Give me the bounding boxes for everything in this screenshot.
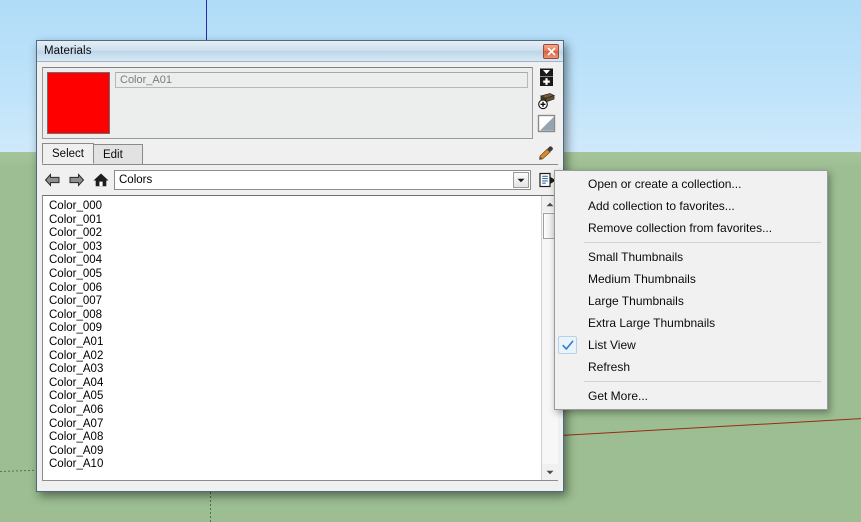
menu-item-label: Small Thumbnails xyxy=(588,250,684,264)
chevron-down-icon[interactable] xyxy=(513,172,529,188)
triangle-split-square-glyph xyxy=(537,114,556,133)
list-item[interactable]: Color_001 xyxy=(49,214,541,228)
menu-separator xyxy=(584,381,821,382)
create-material-glyph xyxy=(540,68,553,86)
list-item[interactable]: Color_005 xyxy=(49,268,541,282)
list-item[interactable]: Color_006 xyxy=(49,282,541,296)
material-name-input[interactable]: Color_A01 xyxy=(115,72,528,88)
chevron-down-glyph xyxy=(517,178,525,182)
home-icon[interactable] xyxy=(90,170,111,191)
materials-dialog[interactable]: Materials Color_A01 Select Edit Colors C… xyxy=(36,40,564,492)
dialog-titlebar[interactable]: Materials xyxy=(37,41,563,62)
materials-list-items: Color_000 Color_001 Color_002 Color_003 Colo… xyxy=(43,196,541,480)
menu-item[interactable]: Get More... xyxy=(584,385,827,407)
list-item[interactable]: Color_000 xyxy=(49,200,541,214)
close-icon xyxy=(547,47,555,56)
menu-item-label: List View xyxy=(588,338,636,352)
add-to-model-icon[interactable] xyxy=(536,90,557,111)
tab-edit-label: Edit xyxy=(102,148,123,161)
create-material-icon[interactable] xyxy=(536,67,557,88)
tab-edit[interactable]: Edit xyxy=(92,144,133,164)
scroll-down-arrow-icon xyxy=(546,470,553,474)
display-secondary-selection-icon[interactable] xyxy=(536,113,557,134)
forward-arrow-glyph xyxy=(69,173,85,187)
material-tool-column xyxy=(533,67,558,134)
menu-item[interactable]: Extra Large Thumbnails xyxy=(584,312,827,334)
list-item[interactable]: Color_008 xyxy=(49,309,541,323)
collection-combobox[interactable]: Colors xyxy=(114,170,531,190)
menu-items-column: Open or create a collection... Add collec… xyxy=(558,173,827,407)
menu-item-label: Large Thumbnails xyxy=(588,294,684,308)
scroll-up-arrow-icon xyxy=(546,202,553,206)
stack-plus-glyph xyxy=(538,93,556,110)
material-color-swatch[interactable] xyxy=(47,72,110,134)
menu-item-label: Add collection to favorites... xyxy=(588,199,735,213)
menu-check-indicator xyxy=(558,336,577,354)
collection-value: Colors xyxy=(119,174,153,186)
menu-item-label: Get More... xyxy=(588,389,649,403)
home-glyph xyxy=(93,173,108,187)
red-axis-line xyxy=(560,415,861,447)
tab-filler xyxy=(130,144,143,164)
list-item[interactable]: Color_A05 xyxy=(49,390,541,404)
menu-item-label: Refresh xyxy=(588,360,631,374)
list-item[interactable]: Color_A08 xyxy=(49,431,541,445)
menu-item-label: Remove collection from favorites... xyxy=(588,221,773,235)
list-item[interactable]: Color_A06 xyxy=(49,404,541,418)
menu-item-label: Extra Large Thumbnails xyxy=(588,316,716,330)
back-arrow-icon[interactable] xyxy=(42,170,63,191)
forward-arrow-icon[interactable] xyxy=(66,170,87,191)
tab-select[interactable]: Select xyxy=(42,143,94,164)
collection-nav-row: Colors xyxy=(42,168,558,192)
menu-item[interactable]: List View xyxy=(558,334,827,356)
menu-item[interactable]: Large Thumbnails xyxy=(584,290,827,312)
tab-select-label: Select xyxy=(52,147,84,160)
menu-item[interactable]: Refresh xyxy=(584,356,827,378)
sample-paint-icon[interactable] xyxy=(533,143,557,165)
materials-list[interactable]: Color_000 Color_001 Color_002 Color_003 Colo… xyxy=(42,195,558,481)
collection-context-menu[interactable]: Open or create a collection... Add collec… xyxy=(554,170,828,410)
material-preview-panel: Color_A01 xyxy=(42,67,533,139)
menu-item[interactable]: Remove collection from favorites... xyxy=(584,217,827,239)
material-preview-row: Color_A01 xyxy=(42,67,558,139)
menu-item-label: Medium Thumbnails xyxy=(588,272,696,286)
menu-item[interactable]: Add collection to favorites... xyxy=(584,195,827,217)
dialog-tabs: Select Edit xyxy=(42,143,558,165)
menu-item[interactable]: Small Thumbnails xyxy=(584,246,827,268)
list-item[interactable]: Color_A09 xyxy=(49,445,541,459)
menu-check-gutter xyxy=(555,173,584,407)
menu-item[interactable]: Medium Thumbnails xyxy=(584,268,827,290)
list-item[interactable]: Color_003 xyxy=(49,241,541,255)
list-item[interactable]: Color_A10 xyxy=(49,458,541,472)
dialog-title: Materials xyxy=(44,45,92,57)
list-item[interactable]: Color_A04 xyxy=(49,377,541,391)
list-item[interactable]: Color_A02 xyxy=(49,350,541,364)
check-icon xyxy=(561,340,573,350)
list-item[interactable]: Color_007 xyxy=(49,295,541,309)
menu-item[interactable]: Open or create a collection... xyxy=(584,173,827,195)
list-item[interactable]: Color_A07 xyxy=(49,418,541,432)
back-arrow-glyph xyxy=(44,173,60,187)
list-item[interactable]: Color_004 xyxy=(49,254,541,268)
list-item[interactable]: Color_009 xyxy=(49,322,541,336)
list-item[interactable]: Color_002 xyxy=(49,227,541,241)
list-item[interactable]: Color_A03 xyxy=(49,363,541,377)
menu-separator xyxy=(584,242,821,243)
scroll-down-button[interactable] xyxy=(541,464,558,480)
dotted-green-axis-vertical xyxy=(210,492,211,522)
eyedropper-glyph xyxy=(539,146,553,160)
close-button[interactable] xyxy=(543,44,559,59)
list-item[interactable]: Color_A01 xyxy=(49,336,541,350)
menu-item-label: Open or create a collection... xyxy=(588,177,742,191)
